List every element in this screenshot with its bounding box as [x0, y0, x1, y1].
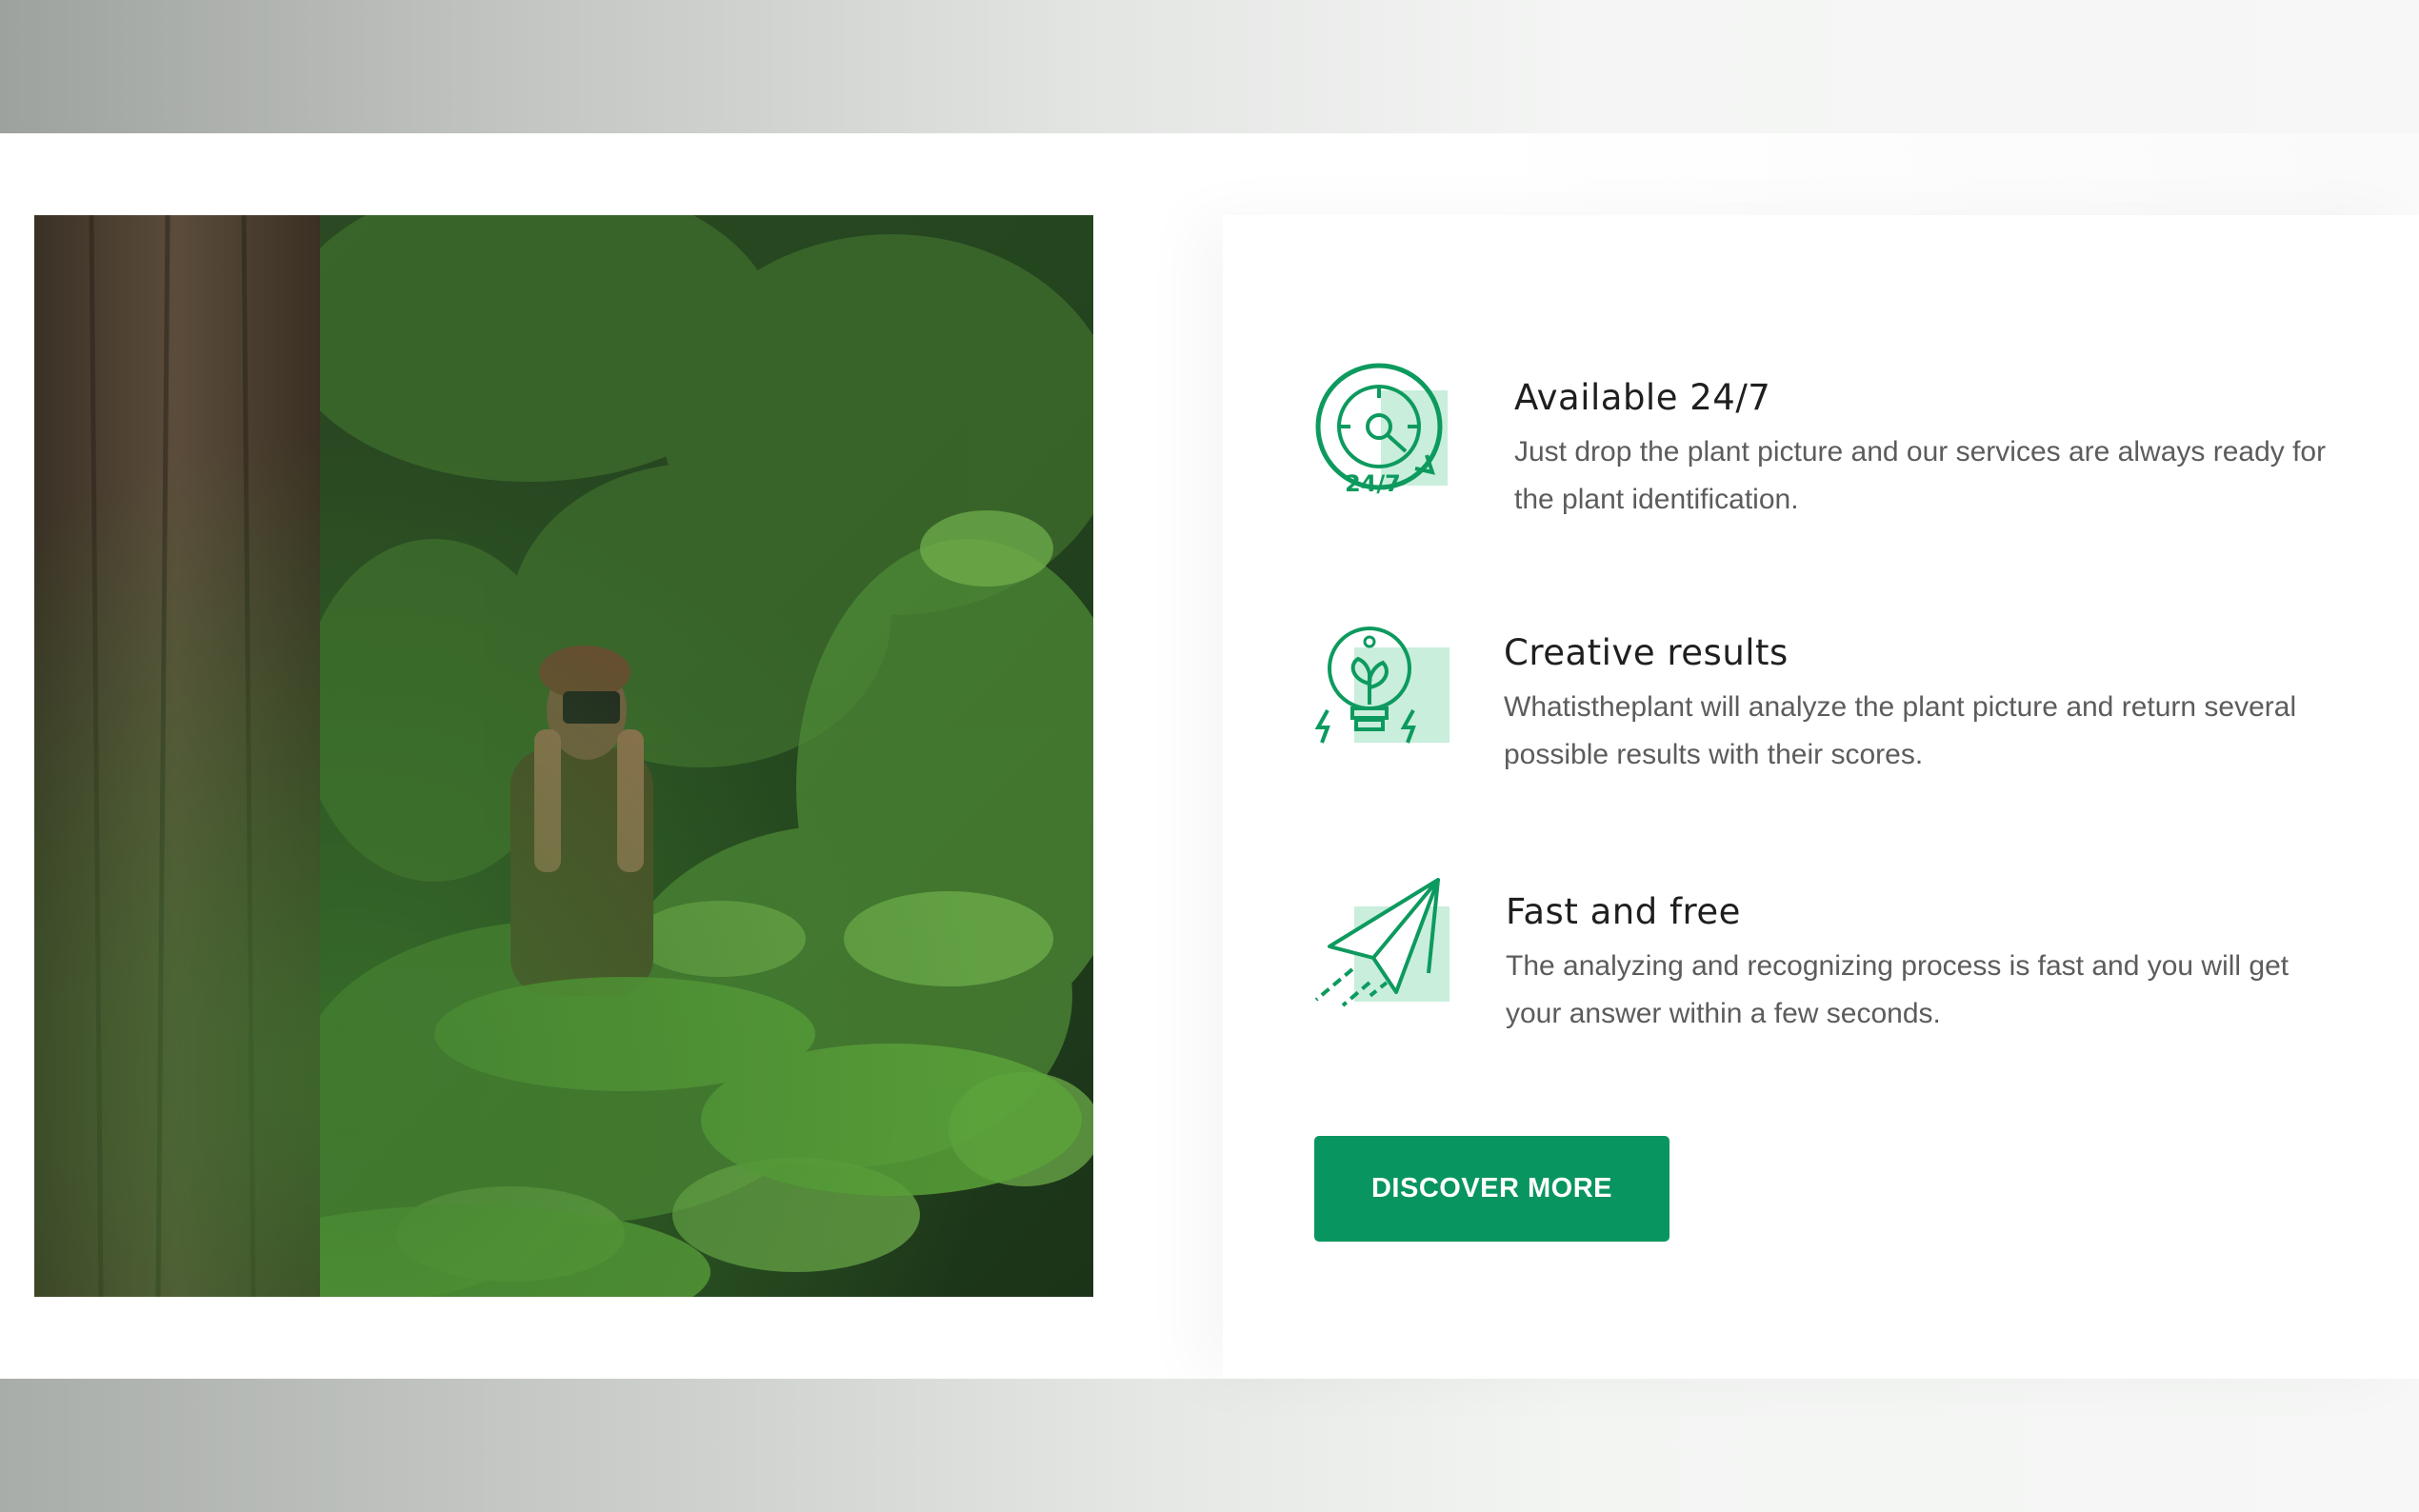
clock-24-7-icon: 24/7: [1314, 362, 1457, 505]
lightbulb-plant-icon: [1314, 621, 1457, 764]
feature-title: Creative results: [1504, 632, 1789, 673]
feature-title: Available 24/7: [1514, 377, 1771, 418]
forest-photographer-photo: [34, 215, 1093, 1297]
feature-description: The analyzing and recognizing process is…: [1506, 950, 2289, 1029]
feature-title: Fast and free: [1506, 891, 1741, 932]
discover-more-button[interactable]: DISCOVER MORE: [1314, 1136, 1669, 1242]
clock-24-7-label: 24/7: [1345, 470, 1401, 497]
paper-plane-icon: [1314, 878, 1457, 1021]
top-background-band: [0, 0, 2419, 133]
bottom-background-band: [0, 1379, 2419, 1512]
feature-description: Whatistheplant will analyze the plant pi…: [1504, 691, 2297, 770]
feature-description: Just drop the plant picture and our serv…: [1514, 436, 2327, 515]
